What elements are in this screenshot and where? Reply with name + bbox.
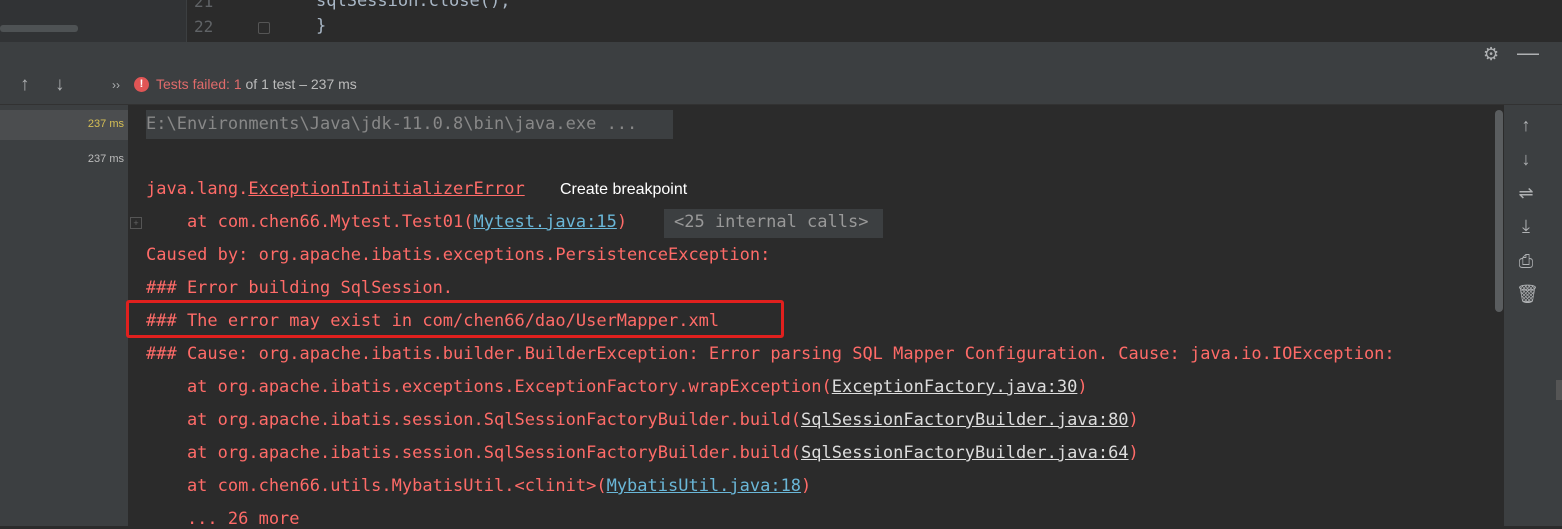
stack-trace-line: at com.chen66.Mytest.Test01(Mytest.java:… [146, 212, 627, 232]
line-number: 22 [194, 17, 214, 36]
expand-icon[interactable]: + [130, 217, 142, 229]
exception-prefix: java.lang. [146, 179, 249, 199]
trace-text: at org.apache.ibatis.session.SqlSessionF… [146, 410, 802, 430]
source-link[interactable]: MybatisUtil.java:18 [607, 476, 801, 496]
trace-text: at org.apache.ibatis.session.SqlSessionF… [146, 443, 802, 463]
test-duration: 237 ms [87, 118, 124, 130]
test-tree [0, 105, 128, 526]
code-line: } [316, 16, 327, 36]
source-link[interactable]: SqlSessionFactoryBuilder.java:64 [801, 443, 1129, 463]
soft-wrap-icon[interactable]: ⇌ [1516, 183, 1536, 204]
divider [186, 0, 187, 42]
trace-text: ) [1128, 443, 1139, 463]
arrow-down-icon[interactable]: ↓ [1516, 149, 1536, 170]
command-line[interactable]: E:\Environments\Java\jdk-11.0.8\bin\java… [146, 114, 637, 134]
status-suffix: of 1 test – 237 ms [245, 76, 357, 92]
stack-trace-line: at org.apache.ibatis.session.SqlSessionF… [146, 410, 1139, 430]
trace-text: ) [616, 212, 628, 232]
test-status: Tests failed: 1 of 1 test – 237 ms [156, 76, 357, 92]
status-prefix: Tests failed: [156, 76, 230, 92]
stack-trace-line: at com.chen66.utils.MybatisUtil.<clinit>… [146, 476, 811, 496]
highlight-box [126, 300, 784, 338]
trace-text: ) [1128, 410, 1139, 430]
stack-trace-line: at org.apache.ibatis.session.SqlSessionF… [146, 443, 1139, 463]
error-line: ### Error building SqlSession. [146, 278, 454, 298]
vertical-scrollbar[interactable] [1495, 110, 1503, 312]
exception-line: java.lang.ExceptionInInitializerError [146, 179, 525, 199]
stack-trace-line: at org.apache.ibatis.exceptions.Exceptio… [146, 377, 1088, 397]
minimize-icon[interactable]: — [1517, 40, 1539, 66]
line-number: 21 [194, 0, 214, 11]
arrow-down-icon[interactable]: ↓ [55, 74, 65, 96]
error-icon: ! [134, 77, 149, 92]
trace-text: ) [801, 476, 812, 496]
cause-line: ### Cause: org.apache.ibatis.builder.Bui… [146, 344, 1395, 364]
create-breakpoint-tooltip[interactable]: Create breakpoint [554, 178, 694, 202]
horizontal-scrollbar[interactable] [0, 25, 78, 32]
gear-icon[interactable]: ⚙ [1483, 44, 1499, 65]
trash-icon[interactable]: 🗑 [1516, 284, 1539, 305]
tool-window-header [0, 42, 1562, 66]
fold-marker-icon[interactable] [258, 22, 270, 34]
more-actions-icon[interactable]: ›› [112, 78, 120, 92]
source-link[interactable]: Mytest.java:15 [474, 212, 617, 232]
exception-class-link[interactable]: ExceptionInInitializerError [248, 179, 524, 199]
arrow-up-icon[interactable]: ↑ [1516, 115, 1536, 136]
editor-area [0, 0, 1562, 42]
arrow-up-icon[interactable]: ↑ [20, 74, 30, 96]
code-line: sqlSession.close(); [316, 0, 511, 11]
more-frames-line: ... 26 more [146, 509, 300, 529]
test-duration[interactable]: 237 ms [0, 153, 124, 165]
trace-text: at com.chen66.utils.MybatisUtil.<clinit>… [146, 476, 607, 496]
scroll-to-end-icon[interactable]: ⤓ [1516, 216, 1536, 237]
source-link[interactable]: ExceptionFactory.java:30 [832, 377, 1078, 397]
trace-text: at com.chen66.Mytest.Test01( [146, 212, 474, 232]
trace-text: at org.apache.ibatis.exceptions.Exceptio… [146, 377, 832, 397]
internal-calls[interactable]: <25 internal calls> [674, 212, 868, 232]
failed-count: 1 [233, 76, 242, 92]
trace-text: ) [1077, 377, 1088, 397]
source-link[interactable]: SqlSessionFactoryBuilder.java:80 [801, 410, 1129, 430]
caused-by-line: Caused by: org.apache.ibatis.exceptions.… [146, 245, 771, 265]
editor-side-panel [0, 0, 186, 42]
print-icon[interactable]: ⎙ [1516, 251, 1536, 272]
window-edge [1556, 380, 1562, 400]
